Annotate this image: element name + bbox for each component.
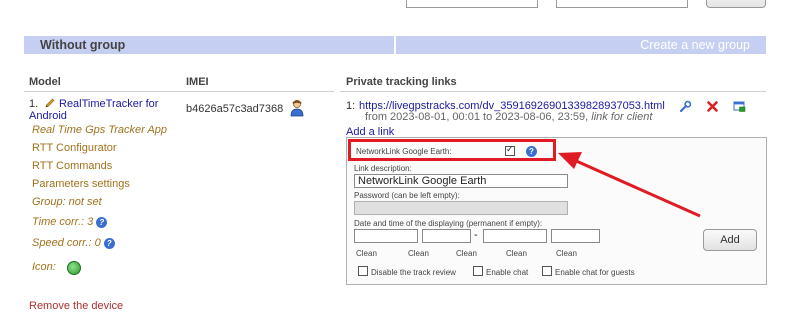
rtt-commands-link[interactable]: RTT Commands: [32, 160, 112, 172]
create-group-link[interactable]: Create a new group: [640, 38, 750, 52]
password-input[interactable]: [354, 201, 568, 215]
networklink-highlight-box: [348, 139, 556, 161]
column-header-links: Private tracking links: [346, 76, 457, 88]
help-icon[interactable]: ?: [96, 216, 108, 228]
remove-device-link[interactable]: Remove the device: [29, 300, 123, 312]
device-group[interactable]: Group: not set: [32, 196, 102, 208]
datetime-label: Date and time of the displaying (permane…: [354, 219, 543, 228]
clean-link[interactable]: Clean: [356, 249, 377, 258]
speed-correction: Speed corr.: 0?: [32, 237, 115, 249]
top-select-2[interactable]: [556, 0, 688, 8]
tracking-link-range: from 2023-08-01, 00:01 to 2023-08-06, 23…: [365, 111, 652, 123]
time-correction: Time corr.: 3?: [32, 216, 108, 228]
window-settings-icon[interactable]: [733, 100, 746, 113]
date-from-input[interactable]: [354, 229, 418, 243]
device-app-link[interactable]: Real Time Gps Tracker App: [32, 124, 167, 136]
disable-review-label: Disable the track review: [371, 268, 456, 277]
time-to-input[interactable]: [551, 229, 600, 243]
top-apply-button[interactable]: [706, 0, 766, 8]
tracking-range-text: from 2023-08-01, 00:01 to 2023-08-06, 23…: [365, 111, 589, 123]
clean-link[interactable]: Clean: [506, 249, 527, 258]
track-number: 1:: [346, 100, 356, 112]
time-correction-label[interactable]: Time corr.: 3: [32, 216, 93, 228]
delete-icon[interactable]: [706, 100, 719, 113]
header-divider-right: [340, 91, 766, 92]
user-icon[interactable]: [290, 99, 304, 117]
device-icon-label: Icon:: [32, 261, 56, 273]
clean-link[interactable]: Clean: [408, 249, 429, 258]
clean-link[interactable]: Clean: [556, 249, 577, 258]
time-from-input[interactable]: [422, 229, 471, 243]
tracking-range-suffix: link for client: [591, 111, 653, 123]
description-label: Link description:: [354, 164, 412, 173]
parameters-settings-link[interactable]: Parameters settings: [32, 178, 130, 190]
column-header-imei: IMEI: [186, 76, 209, 88]
help-icon[interactable]: ?: [103, 237, 115, 249]
pencil-icon[interactable]: [44, 97, 56, 109]
device-name-cont[interactable]: Android: [29, 110, 67, 122]
device-imei: b4626a57c3ad7368: [186, 103, 284, 115]
disable-review-checkbox[interactable]: [358, 266, 368, 276]
top-select-1[interactable]: [406, 0, 538, 8]
date-to-input[interactable]: [483, 229, 547, 243]
rtt-configurator-link[interactable]: RTT Configurator: [32, 142, 117, 154]
description-value: NetworkLink Google Earth: [358, 175, 487, 187]
enable-chat-guests-checkbox[interactable]: [542, 266, 552, 276]
device-number: 1.: [29, 98, 39, 110]
date-range-dash: -: [474, 229, 478, 241]
header-divider-left: [24, 91, 334, 92]
group-header-divider: [394, 36, 396, 54]
enable-chat-checkbox[interactable]: [473, 266, 483, 276]
group-title: Without group: [40, 38, 126, 52]
device-icon-green-dot[interactable]: [67, 261, 81, 275]
column-header-model: Model: [29, 76, 61, 88]
enable-chat-guests-label: Enable chat for guests: [555, 268, 635, 277]
wrench-icon[interactable]: [679, 100, 692, 113]
speed-correction-label[interactable]: Speed corr.: 0: [32, 237, 101, 249]
device-name[interactable]: RealTimeTracker for: [59, 98, 158, 110]
clean-link[interactable]: Clean: [456, 249, 477, 258]
add-button[interactable]: Add: [703, 229, 757, 251]
enable-chat-label: Enable chat: [486, 268, 529, 277]
password-label: Password (can be left empty):: [354, 191, 460, 200]
group-header: Without group Create a new group: [24, 36, 766, 54]
